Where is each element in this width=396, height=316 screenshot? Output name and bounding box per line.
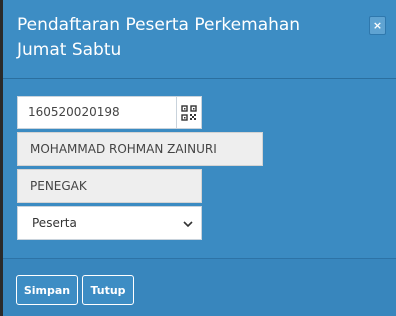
modal-footer: Simpan Tutup: [3, 258, 396, 316]
qr-scan-button[interactable]: [176, 96, 202, 129]
close-icon-button[interactable]: ×: [369, 16, 386, 35]
level-field: PENEGAK: [17, 169, 202, 203]
qr-code-icon: [181, 104, 197, 121]
chevron-down-icon: [183, 221, 193, 228]
close-button[interactable]: Tutup: [82, 275, 134, 305]
save-button[interactable]: Simpan: [16, 275, 78, 305]
registration-modal: Pendaftaran Peserta Perkemahan Jumat Sab…: [3, 0, 396, 316]
modal-header: Pendaftaran Peserta Perkemahan Jumat Sab…: [3, 0, 396, 79]
modal-title: Pendaftaran Peserta Perkemahan Jumat Sab…: [17, 15, 301, 60]
role-select-value: Peserta: [32, 216, 77, 230]
nim-input[interactable]: 160520020198: [17, 96, 176, 129]
modal-body: 160520020198 MOHAMMAD ROHMAN ZAINURI PEN…: [3, 80, 396, 258]
role-select[interactable]: Peserta: [17, 206, 202, 240]
name-field: MOHAMMAD ROHMAN ZAINURI: [17, 132, 263, 166]
